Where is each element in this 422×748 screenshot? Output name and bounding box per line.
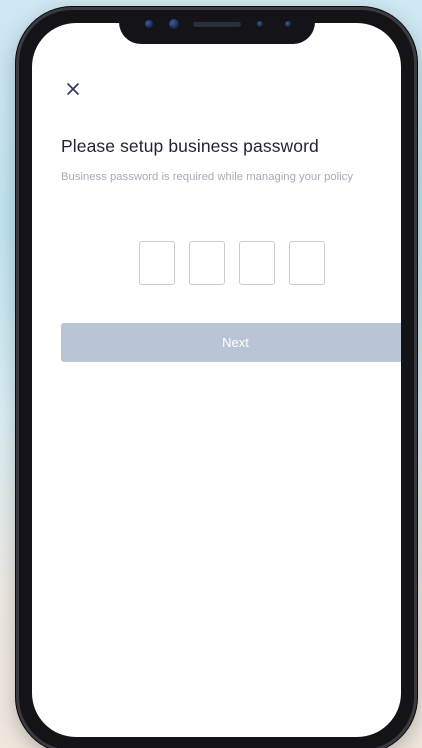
page-title: Please setup business password xyxy=(61,136,319,156)
page-subtitle: Business password is required while mana… xyxy=(61,171,353,183)
next-button[interactable]: Next xyxy=(61,323,401,362)
sensor-icon xyxy=(284,21,291,27)
front-camera-icon xyxy=(168,19,179,29)
code-digit-box-2[interactable] xyxy=(189,241,225,285)
phone-frame: Please setup business password Business … xyxy=(16,7,417,748)
code-digit-box-3[interactable] xyxy=(239,241,275,285)
sensor-icon xyxy=(256,21,263,27)
code-digit-box-1[interactable] xyxy=(139,241,175,285)
password-code-input[interactable] xyxy=(139,241,325,285)
code-digit-box-4[interactable] xyxy=(289,241,325,285)
close-button[interactable] xyxy=(62,78,84,100)
app-screen: Please setup business password Business … xyxy=(32,23,401,737)
close-icon xyxy=(67,83,79,95)
speaker-grille xyxy=(192,22,241,27)
phone-notch xyxy=(118,10,315,44)
front-camera-icon xyxy=(144,20,153,28)
